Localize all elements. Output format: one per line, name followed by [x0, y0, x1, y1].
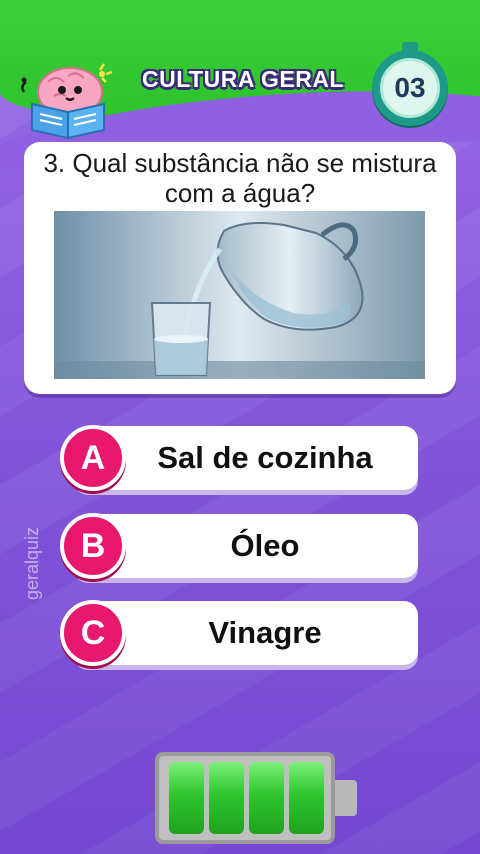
battery-cell: [289, 762, 324, 834]
answer-letter-badge: A: [60, 425, 126, 491]
watermark: geralquiz: [22, 526, 42, 600]
answer-label: Vinagre: [208, 615, 322, 650]
answer-letter-badge: B: [60, 513, 126, 579]
game-title: CULTURA GERAL: [142, 66, 344, 92]
answer-letter-badge: C: [60, 600, 126, 666]
stopwatch-icon: 03: [372, 50, 448, 126]
battery-cell: [169, 762, 204, 834]
answer-option-a[interactable]: Sal de cozinha A: [60, 425, 418, 496]
answer-option-c[interactable]: Vinagre C: [60, 600, 418, 671]
timer-value: 03: [380, 58, 440, 118]
battery-tip: [335, 780, 357, 816]
brain-reading-book-icon: [21, 63, 113, 140]
battery-icon: [155, 752, 335, 844]
battery-cell: [209, 762, 244, 834]
answer-label: Sal de cozinha: [157, 440, 373, 475]
question-text: 3. Qual substância não se mistura com a …: [43, 148, 437, 208]
question-card: 3. Qual substância não se mistura com a …: [24, 142, 456, 394]
battery-cell: [249, 762, 284, 834]
answer-option-b[interactable]: Óleo B: [60, 513, 418, 584]
water-pitcher-glass-photo: [54, 211, 425, 379]
answer-label: Óleo: [230, 528, 300, 563]
